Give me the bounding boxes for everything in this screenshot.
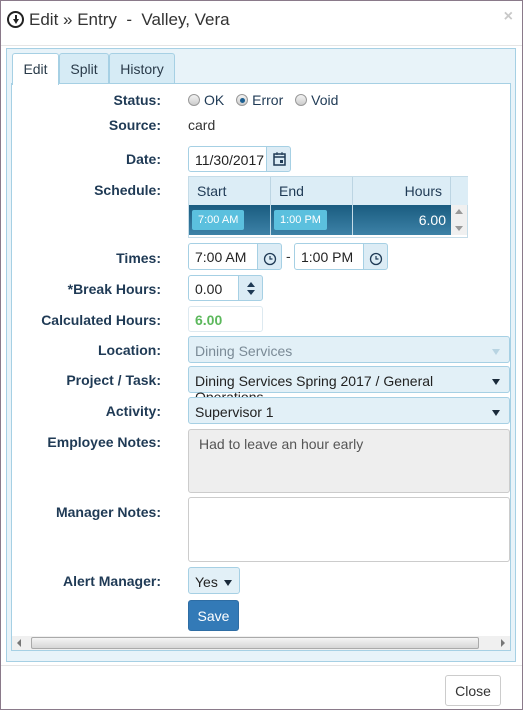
schedule-hours: 6.00 bbox=[418, 212, 446, 228]
project-task-label: Project / Task: bbox=[66, 372, 161, 388]
grid-header-filler bbox=[451, 177, 468, 205]
source-label: Source: bbox=[108, 117, 161, 133]
status-radio-group: OK Error Void bbox=[188, 92, 338, 108]
times-label: Times: bbox=[116, 250, 161, 266]
save-button[interactable]: Save bbox=[188, 600, 239, 631]
date-label: Date: bbox=[125, 151, 161, 167]
radio-checked-icon bbox=[236, 94, 249, 106]
footer-divider bbox=[1, 665, 522, 666]
manager-notes-textarea[interactable] bbox=[188, 497, 510, 562]
alert-manager-label: Alert Manager: bbox=[62, 573, 161, 589]
scroll-up-icon[interactable] bbox=[455, 209, 463, 214]
project-task-select[interactable]: Dining Services Spring 2017 / General Op… bbox=[188, 366, 510, 405]
end-time-input[interactable]: 1:00 PM bbox=[294, 243, 364, 270]
end-time-button[interactable] bbox=[363, 243, 388, 270]
schedule-label: Schedule: bbox=[94, 182, 161, 198]
chevron-down-icon bbox=[492, 349, 500, 355]
activity-value: Supervisor 1 bbox=[195, 404, 274, 420]
clock-icon bbox=[369, 252, 383, 266]
break-hours-spinner[interactable] bbox=[238, 275, 263, 301]
calculated-hours-value: 6.00 bbox=[188, 306, 263, 332]
location-value: Dining Services bbox=[195, 343, 293, 359]
scrollbar-thumb[interactable] bbox=[31, 637, 479, 649]
manager-notes-label: Manager Notes: bbox=[55, 504, 161, 520]
chevron-down-icon bbox=[492, 410, 500, 416]
radio-icon bbox=[295, 94, 308, 106]
schedule-end: 1:00 PM bbox=[274, 210, 327, 230]
dialog-header: Edit » Entry - Valley, Vera × bbox=[1, 1, 522, 46]
activity-select[interactable]: Supervisor 1 bbox=[188, 397, 510, 424]
column-header-end[interactable]: End bbox=[271, 177, 353, 205]
calculated-hours-label: Calculated Hours: bbox=[41, 312, 161, 328]
clock-icon bbox=[263, 252, 277, 266]
status-ok-radio[interactable]: OK bbox=[188, 92, 224, 108]
table-row[interactable]: 7:00 AM 1:00 PM 6.00 bbox=[189, 205, 451, 235]
calendar-icon bbox=[273, 152, 286, 166]
chevron-down-icon bbox=[492, 379, 500, 385]
chevron-down-icon bbox=[224, 580, 232, 586]
horizontal-scrollbar[interactable] bbox=[12, 636, 510, 650]
employee-notes-label: Employee Notes: bbox=[47, 434, 161, 450]
break-hours-label: *Break Hours: bbox=[67, 281, 161, 297]
download-circle-icon bbox=[7, 11, 24, 28]
alert-manager-select[interactable]: Yes bbox=[188, 567, 240, 594]
scroll-left-icon[interactable] bbox=[17, 639, 21, 647]
schedule-grid: Start End Hours 7:00 AM 1:00 PM 6.00 bbox=[188, 176, 468, 238]
status-void-radio[interactable]: Void bbox=[295, 92, 338, 108]
date-input[interactable]: 11/30/2017 bbox=[188, 146, 267, 172]
grid-vertical-scrollbar[interactable] bbox=[451, 205, 467, 235]
radio-icon bbox=[188, 94, 200, 106]
column-header-hours[interactable]: Hours bbox=[353, 177, 451, 205]
alert-manager-value: Yes bbox=[195, 574, 218, 590]
employee-notes-textarea: Had to leave an hour early bbox=[188, 429, 510, 493]
close-button[interactable]: Close bbox=[445, 675, 501, 706]
status-label: Status: bbox=[113, 92, 161, 108]
calendar-button[interactable] bbox=[266, 146, 291, 172]
location-label: Location: bbox=[98, 342, 161, 358]
time-separator: - bbox=[286, 248, 291, 264]
schedule-start: 7:00 AM bbox=[192, 210, 245, 230]
tab-history[interactable]: History bbox=[109, 53, 175, 84]
break-hours-input[interactable]: 0.00 bbox=[188, 275, 239, 301]
source-value: card bbox=[188, 117, 216, 133]
location-select: Dining Services bbox=[188, 336, 510, 363]
status-error-radio[interactable]: Error bbox=[236, 92, 283, 108]
close-icon[interactable]: × bbox=[504, 8, 513, 26]
start-time-button[interactable] bbox=[257, 243, 282, 270]
tab-edit[interactable]: Edit bbox=[12, 53, 59, 85]
scroll-down-icon[interactable] bbox=[455, 226, 463, 231]
tab-split[interactable]: Split bbox=[59, 53, 109, 84]
scroll-right-icon[interactable] bbox=[501, 639, 505, 647]
start-time-input[interactable]: 7:00 AM bbox=[188, 243, 258, 270]
column-header-start[interactable]: Start bbox=[189, 177, 271, 205]
activity-label: Activity: bbox=[105, 403, 161, 419]
up-down-arrows-icon bbox=[247, 282, 255, 295]
dialog-title: Edit » Entry - Valley, Vera bbox=[29, 10, 230, 29]
